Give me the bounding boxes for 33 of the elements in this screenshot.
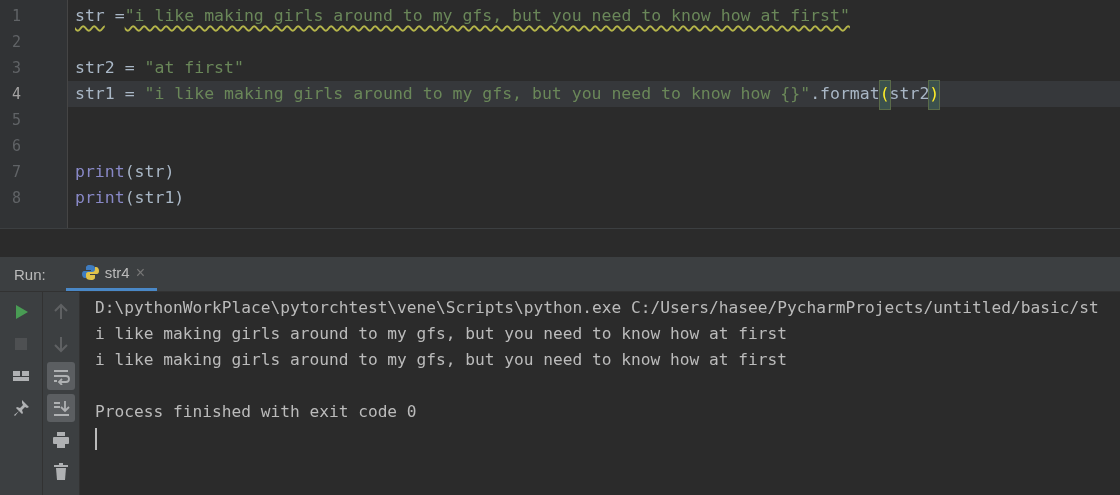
soft-wrap-button[interactable] [47,362,75,390]
code-token: ( [879,81,890,109]
code-token: .format [810,83,880,105]
code-token: "i like making girls around to my gfs, but you need to know how at first" [124,5,850,27]
soft-wrap-icon [52,367,70,385]
code-token: print [75,161,125,183]
printer-icon [52,431,70,449]
console-line: i like making girls around to my gfs, but you need to know how at first [95,349,788,371]
python-logo-icon [81,264,99,281]
code-token: str2 [889,83,930,105]
text-cursor [95,428,97,450]
trash-icon [52,463,70,481]
down-arrow-icon [52,335,70,353]
code-token: (str) [124,161,175,183]
console-line: Process finished with exit code 0 [95,401,418,423]
code-token: "i like making girls around to my gfs, but you need to know how {}" [144,83,811,105]
pin-icon [12,399,30,417]
scroll-to-end-icon [52,399,70,417]
line-number: 4 [11,84,23,105]
code-token: "at first" [144,57,244,79]
code-token: str [75,5,105,27]
code-token: (str1) [124,187,185,209]
scroll-end-button[interactable] [47,394,75,422]
console-line: D:\pythonWorkPlace\pytorchtest\vene\Scripts\python.exe C:/Users/hasee/PycharmProjects/untitled/basic/st [95,297,1100,319]
run-label: Run: [13,265,47,283]
code-token: ) [929,81,940,109]
code-token: str1 = [75,83,136,105]
code-token: str2 = [75,57,136,79]
code-token: print [75,187,125,209]
code-token: = [113,5,125,27]
console-line: i like making girls around to my gfs, but you need to know how at first [95,323,788,345]
up-arrow-icon [52,303,70,321]
run-tab[interactable]: str4 × [65,257,158,291]
